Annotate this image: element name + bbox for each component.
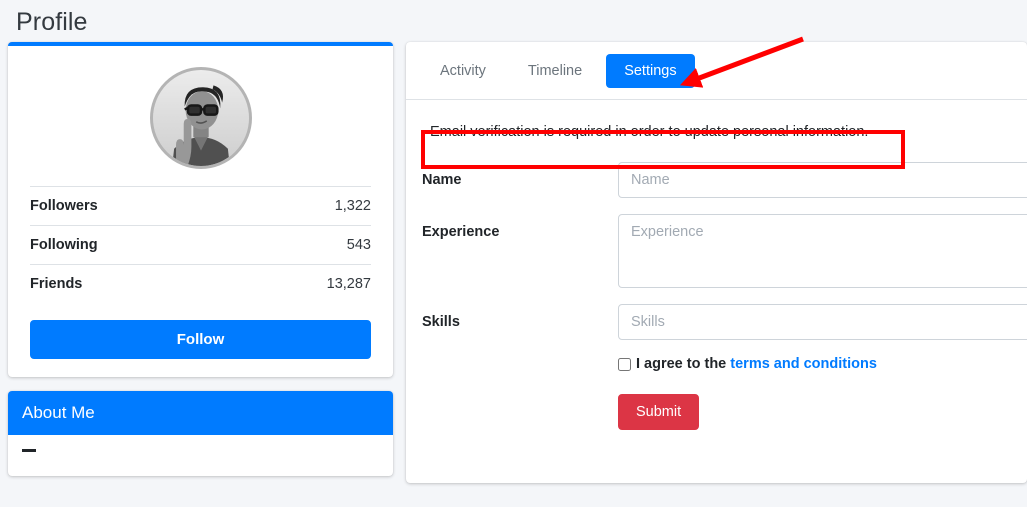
terms-agreement-text: I agree to the: [636, 356, 727, 372]
stat-item-followers[interactable]: Followers 1,322: [30, 186, 371, 225]
stat-item-following[interactable]: Following 543: [30, 225, 371, 264]
stat-value: 543: [346, 237, 371, 253]
about-me-header: About Me: [8, 391, 393, 435]
experience-field-wrapper: [618, 214, 1027, 288]
profile-card-body: Followers 1,322 Following 543 Friends 13…: [8, 46, 393, 377]
about-me-body: [8, 435, 393, 476]
stat-label: Following: [30, 237, 98, 253]
stat-value: 13,287: [326, 276, 371, 292]
settings-card: Activity Timeline Settings Email verific…: [406, 42, 1027, 483]
left-column: Followers 1,322 Following 543 Friends 13…: [8, 42, 393, 476]
user-photo-avatar-icon: [152, 70, 249, 166]
terms-agreement-row: I agree to the terms and conditions: [618, 356, 1011, 372]
stat-label: Friends: [30, 276, 83, 292]
form-row-name: Name: [422, 162, 1027, 198]
terms-and-conditions-link[interactable]: terms and conditions: [730, 356, 877, 372]
skills-label: Skills: [422, 314, 460, 330]
form-row-experience: Experience: [422, 214, 1027, 288]
about-me-first-row: [22, 447, 379, 462]
about-me-card: About Me: [8, 391, 393, 476]
content-row: Followers 1,322 Following 543 Friends 13…: [0, 42, 1027, 483]
stat-item-friends[interactable]: Friends 13,287: [30, 264, 371, 303]
name-label: Name: [422, 172, 462, 188]
experience-textarea[interactable]: [618, 214, 1027, 288]
name-field-wrapper: [618, 162, 1027, 198]
right-column: Activity Timeline Settings Email verific…: [406, 42, 1027, 483]
submit-row: Submit: [618, 394, 1011, 430]
page-header: Profile: [0, 0, 1027, 42]
book-icon: [22, 447, 37, 462]
terms-agreement-label[interactable]: I agree to the terms and conditions: [636, 356, 877, 372]
experience-label: Experience: [422, 224, 500, 240]
profile-stats-list: Followers 1,322 Following 543 Friends 13…: [30, 186, 371, 303]
email-verification-notice: Email verification is required in order …: [430, 124, 869, 140]
tab-timeline[interactable]: Timeline: [510, 54, 600, 88]
terms-checkbox[interactable]: [618, 357, 631, 371]
avatar-wrapper: [30, 60, 371, 186]
page-title: Profile: [16, 8, 88, 36]
stat-label: Followers: [30, 198, 98, 214]
skills-input[interactable]: [618, 304, 1027, 340]
tab-activity[interactable]: Activity: [422, 54, 504, 88]
submit-button[interactable]: Submit: [618, 394, 700, 430]
stat-value: 1,322: [334, 198, 371, 214]
name-input[interactable]: [618, 162, 1027, 198]
profile-card: Followers 1,322 Following 543 Friends 13…: [8, 42, 393, 377]
skills-field-wrapper: [618, 304, 1027, 340]
avatar: [149, 67, 252, 169]
tab-settings[interactable]: Settings: [606, 54, 695, 88]
tab-bar: Activity Timeline Settings: [406, 42, 1027, 100]
settings-tab-panel: Email verification is required in order …: [406, 100, 1027, 452]
follow-button[interactable]: Follow: [30, 320, 371, 359]
settings-form: Name Experience Skills: [422, 162, 1027, 430]
form-row-skills: Skills: [422, 304, 1027, 340]
